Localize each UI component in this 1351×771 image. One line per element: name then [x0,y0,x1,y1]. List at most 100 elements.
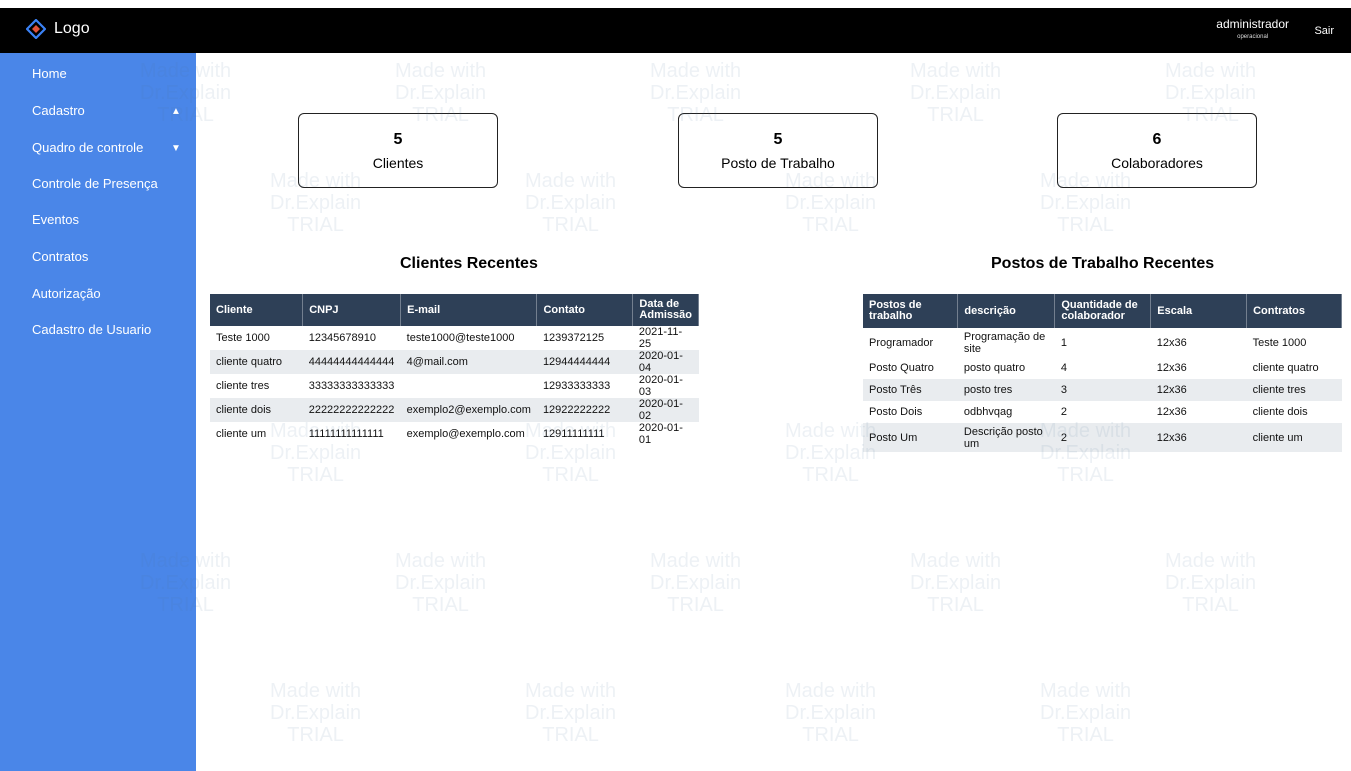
table-cell: 12x36 [1156,362,1187,374]
table-row[interactable]: cliente um 11111111111111 exemplo@exempl… [210,422,699,446]
column-header[interactable]: Cliente [210,294,304,326]
table-row[interactable]: cliente quatro 44444444444444 4@mail.com… [210,350,699,374]
table-cell: cliente um [1246,423,1342,452]
table-cell: 12944444444 [536,350,633,374]
table-cell: 2020-01-04 [632,350,699,374]
sidebar-item-autorizacao[interactable]: Autorização [0,284,196,304]
user-name: administrador [1216,17,1289,31]
table-row[interactable]: Posto Quatro posto quatro 4 12x36 client… [863,357,1342,379]
watermark: Made withDr.ExplainTRIAL [1040,680,1132,746]
sidebar-item-label: Controle de Presença [32,176,158,191]
table-cell: cliente tres [1246,379,1342,401]
table-cell: Teste 1000 [1252,336,1307,349]
posts-section-title: Postos de Trabalho Recentes [991,255,1215,272]
logout-button[interactable]: Sair [1314,25,1334,37]
table-cell: 3 [1054,379,1151,401]
table-cell: posto quatro [963,362,1026,374]
logo-text: Logo [54,20,90,37]
posts-table: Postos de trabalho descrição Quantidade … [863,294,1342,452]
watermark: Made withDr.ExplainTRIAL [525,680,617,746]
table-cell: teste1000@teste1000 [406,332,515,344]
top-navbar: Logo administrador operacional Sair [0,8,1351,53]
table-cell: posto tres [957,379,1055,401]
stat-label: Clientes [372,155,424,171]
table-cell: 33333333333333 [308,380,395,392]
table-cell: Posto Dois [869,406,923,418]
table-cell: exemplo2@exemplo.com [400,398,537,422]
logo[interactable]: Logo [26,19,90,39]
table-cell: 2020-01-02 [632,398,699,422]
sidebar-item-contratos[interactable]: Contratos [0,247,196,267]
table-cell: 12933333333 [542,380,611,392]
sidebar-item-quadro-de-controle[interactable]: Quadro de controle ▼ [0,138,196,158]
table-row[interactable]: Posto Três posto tres 3 12x36 cliente tr… [863,379,1342,401]
table-cell: 12x36 [1156,406,1187,418]
stat-card-posto-de-trabalho: 5 Posto de Trabalho [678,113,878,188]
table-cell: 2020-01-01 [638,422,683,446]
table-cell: exemplo@exemplo.com [406,428,525,440]
table-row[interactable]: Posto Um Descrição posto um 2 12x36 clie… [863,423,1342,452]
watermark: Made withDr.ExplainTRIAL [910,550,1002,616]
sidebar-item-controle-de-presenca[interactable]: Controle de Presença [0,174,196,194]
watermark: Made withDr.ExplainTRIAL [270,680,362,746]
table-cell: 1239372125 [542,332,605,344]
table-cell: 2 [1060,406,1067,418]
sidebar-item-eventos[interactable]: Eventos [0,210,196,230]
stat-card-clientes: 5 Clientes [298,113,498,188]
column-header[interactable]: Contratos [1246,294,1342,328]
chevron-down-icon: ▼ [171,143,181,154]
table-cell: 2020-01-03 [638,374,683,398]
watermark: Made withDr.ExplainTRIAL [910,60,1002,126]
table-cell: 44444444444444 [302,350,401,374]
table-row[interactable]: cliente tres 33333333333333 12933333333 … [210,374,699,398]
table-cell: 22222222222222 [302,398,401,422]
table-cell: Descrição posto um [957,423,1055,452]
stat-value: 5 [393,131,403,148]
table-cell: Programador [869,336,934,349]
table-cell: cliente quatro [1252,362,1319,374]
stat-card-colaboradores: 6 Colaboradores [1057,113,1257,188]
watermark: Made withDr.ExplainTRIAL [525,170,617,236]
sidebar-item-cadastro[interactable]: Cadastro ▲ [0,101,196,121]
table-cell: cliente um [216,428,267,440]
stat-value: 6 [1152,131,1162,148]
user-menu[interactable]: administrador operacional [1216,17,1289,40]
sidebar-item-cadastro-de-usuario[interactable]: Cadastro de Usuario [0,320,196,340]
table-cell: Teste 1000 [216,332,270,344]
table-cell: Programação de site [963,330,1046,355]
column-header[interactable]: Escala [1150,294,1248,328]
sidebar-item-label: Eventos [32,212,79,227]
table-cell: Posto Quatro [869,362,934,374]
sidebar-item-label: Cadastro de Usuario [32,322,152,337]
sidebar-item-home[interactable]: Home [0,64,196,84]
table-row[interactable]: Programador Programação de site 1 12x36 … [863,328,1342,357]
user-role: operacional [1237,34,1269,40]
column-header[interactable]: descrição [957,294,1056,328]
column-header[interactable]: Quantidade de colaborador [1054,294,1152,328]
table-cell: 12x36 [1150,423,1247,452]
table-cell: 1 [1060,336,1067,349]
table-cell: 4 [1060,362,1067,374]
table-row[interactable]: cliente dois 22222222222222 exemplo2@exe… [210,398,699,422]
table-cell: 4@mail.com [400,350,537,374]
table-cell: 12911111111 [542,428,605,440]
watermark: Made withDr.ExplainTRIAL [785,680,877,746]
column-header[interactable]: CNPJ [302,294,402,326]
table-cell: 12x36 [1150,379,1247,401]
diamond-logo-icon [26,19,46,39]
table-cell: Posto Três [863,379,958,401]
table-cell: Posto Um [863,423,958,452]
column-header[interactable]: Contato [536,294,634,326]
sidebar-item-label: Autorização [32,286,101,301]
table-row[interactable]: Teste 1000 12345678910 teste1000@teste10… [210,326,699,350]
table-cell: odbhvqag [963,406,1013,418]
column-header[interactable]: E-mail [400,294,538,326]
watermark: Made withDr.ExplainTRIAL [395,550,487,616]
table-row[interactable]: Posto Dois odbhvqag 2 12x36 cliente dois [863,401,1342,423]
watermark: Made withDr.ExplainTRIAL [1165,550,1257,616]
table-cell [401,374,537,398]
column-header[interactable]: Data de Admissão [632,294,699,326]
sidebar-item-label: Quadro de controle [32,140,144,155]
column-header[interactable]: Postos de trabalho [863,294,959,328]
table-header-row: Postos de trabalho descrição Quantidade … [863,294,1342,328]
